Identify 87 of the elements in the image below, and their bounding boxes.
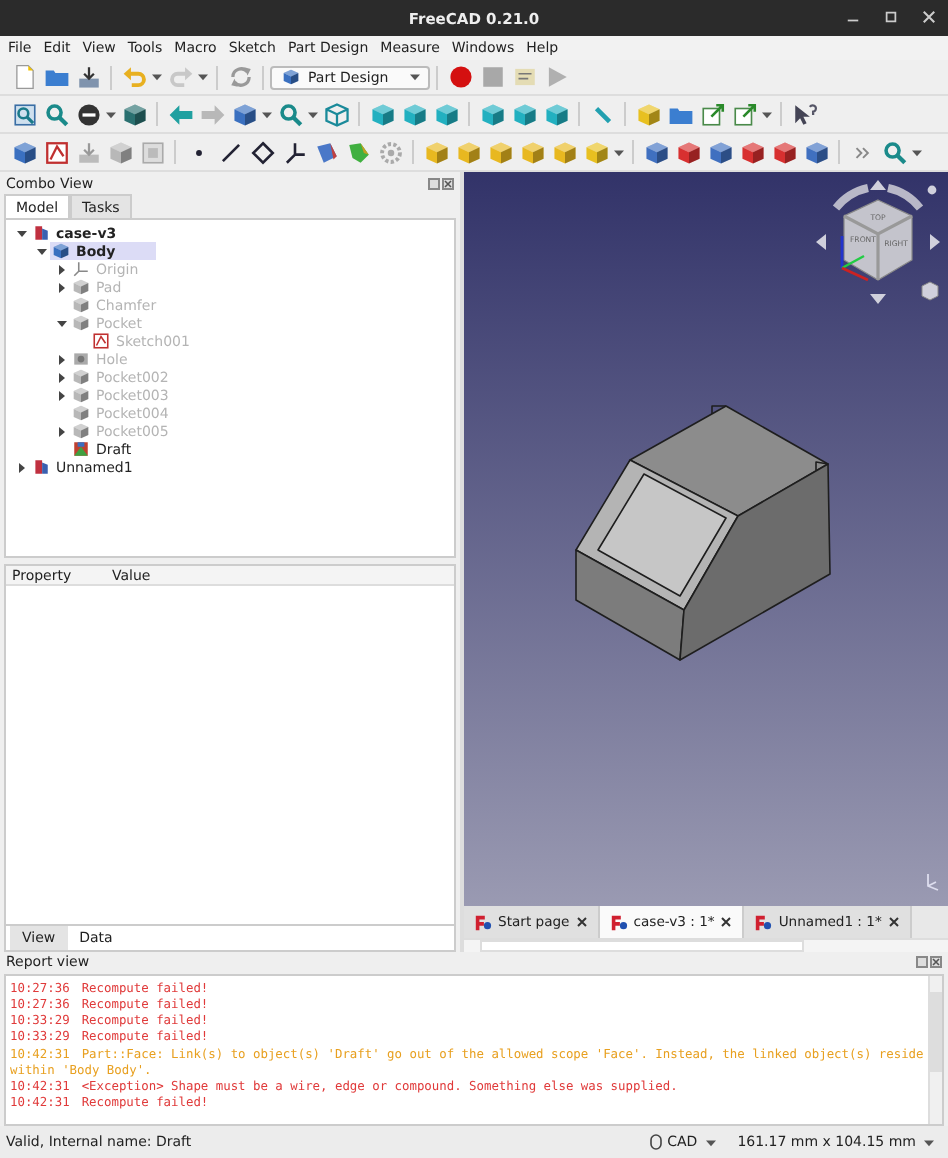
document-icon bbox=[32, 224, 50, 242]
cube-icon[interactable] bbox=[107, 139, 133, 165]
cube-icon bbox=[72, 404, 90, 422]
cube-icon[interactable] bbox=[707, 139, 733, 165]
axis-icon bbox=[922, 870, 942, 895]
cube-icon[interactable] bbox=[433, 101, 459, 127]
cube-icon bbox=[72, 368, 90, 386]
expand-arrow-icon[interactable] bbox=[54, 423, 70, 439]
dropdown-arrow-icon[interactable] bbox=[614, 147, 624, 157]
maximize-icon[interactable] bbox=[884, 10, 898, 24]
expand-arrow-icon[interactable] bbox=[54, 279, 70, 295]
axes-icon[interactable] bbox=[281, 139, 307, 165]
cube-icon bbox=[281, 68, 299, 86]
zoom-fit-icon[interactable] bbox=[11, 101, 37, 127]
vertical-scrollbar[interactable] bbox=[928, 975, 942, 1124]
new-document-icon[interactable] bbox=[11, 64, 37, 90]
cube-icon[interactable] bbox=[643, 139, 669, 165]
horizontal-scrollbar[interactable] bbox=[464, 938, 948, 952]
expand-arrow-icon[interactable] bbox=[14, 459, 30, 475]
sketch-icon bbox=[92, 332, 110, 350]
dropdown-arrow-icon[interactable] bbox=[106, 109, 116, 119]
cube-icon bbox=[72, 422, 90, 440]
export-icon[interactable] bbox=[699, 101, 725, 127]
download-tray-icon[interactable] bbox=[75, 64, 101, 90]
app-logo-icon bbox=[609, 913, 628, 932]
dropdown-arrow-icon[interactable] bbox=[152, 72, 162, 82]
cube-icon bbox=[52, 242, 70, 260]
dropdown-arrow-icon[interactable] bbox=[198, 72, 208, 82]
draft-icon bbox=[72, 440, 90, 458]
close-icon[interactable] bbox=[887, 916, 900, 929]
expand-arrow-icon[interactable] bbox=[54, 369, 70, 385]
dropdown-arrow-icon[interactable] bbox=[762, 109, 772, 119]
arrow-left-icon[interactable] bbox=[167, 101, 193, 127]
expand-arrow-icon[interactable] bbox=[54, 315, 70, 331]
expand-arrow-icon[interactable] bbox=[34, 243, 50, 259]
line-icon[interactable] bbox=[217, 139, 243, 165]
export-icon[interactable] bbox=[731, 101, 757, 127]
dropdown-arrow-icon[interactable] bbox=[308, 109, 318, 119]
dropdown-arrow-icon[interactable] bbox=[262, 109, 272, 119]
close-icon[interactable] bbox=[442, 177, 454, 189]
float-icon[interactable] bbox=[916, 956, 928, 969]
magnifier-icon[interactable] bbox=[881, 139, 907, 165]
dropdown-arrow-icon[interactable] bbox=[705, 1137, 716, 1147]
cube-icon[interactable] bbox=[543, 101, 569, 127]
axes-icon bbox=[72, 260, 90, 278]
close-icon[interactable] bbox=[575, 916, 588, 929]
mouse-icon bbox=[649, 1134, 662, 1150]
expand-arrow-icon[interactable] bbox=[54, 261, 70, 277]
circle-bar-icon[interactable] bbox=[75, 101, 101, 127]
document-icon bbox=[32, 458, 50, 476]
expand-arrow-icon[interactable] bbox=[54, 351, 70, 367]
cube-icon[interactable] bbox=[511, 101, 537, 127]
cube-icon[interactable] bbox=[231, 101, 257, 127]
shape-icon[interactable] bbox=[313, 139, 339, 165]
cube-icon[interactable] bbox=[121, 101, 147, 127]
dropdown-arrow-icon[interactable] bbox=[912, 147, 922, 157]
cube-icon bbox=[72, 296, 90, 314]
sketch-icon[interactable] bbox=[43, 139, 69, 165]
dropdown-arrow-icon[interactable] bbox=[410, 72, 420, 82]
float-icon[interactable] bbox=[428, 177, 440, 189]
cube-icon[interactable] bbox=[11, 139, 37, 165]
cube-icon[interactable] bbox=[739, 139, 765, 165]
help-cursor-icon[interactable] bbox=[791, 101, 817, 127]
close-icon[interactable] bbox=[720, 916, 733, 929]
diamond-icon[interactable] bbox=[249, 139, 275, 165]
cube-icon bbox=[72, 386, 90, 404]
cube-icon bbox=[72, 278, 90, 296]
cube-icon bbox=[72, 314, 90, 332]
cube-icon[interactable] bbox=[369, 101, 395, 127]
notepad-icon[interactable] bbox=[511, 64, 537, 90]
close-icon[interactable] bbox=[930, 956, 942, 969]
hole-icon bbox=[72, 350, 90, 368]
cube-icon[interactable] bbox=[803, 139, 829, 165]
cube-icon[interactable] bbox=[675, 139, 701, 165]
magnifier-icon[interactable] bbox=[43, 101, 69, 127]
app-logo-icon bbox=[754, 913, 773, 932]
ruler-icon[interactable] bbox=[589, 101, 615, 127]
wireframe-cube-icon[interactable] bbox=[323, 101, 349, 127]
expand-arrow-icon[interactable] bbox=[14, 225, 30, 241]
cube-icon[interactable] bbox=[479, 101, 505, 127]
record-icon[interactable] bbox=[447, 64, 473, 90]
app-logo-icon bbox=[474, 913, 492, 932]
cube-icon[interactable] bbox=[771, 139, 797, 165]
expand-arrow-icon[interactable] bbox=[54, 387, 70, 403]
magnifier-icon[interactable] bbox=[277, 101, 303, 127]
dropdown-arrow-icon[interactable] bbox=[924, 1137, 934, 1147]
cube-icon[interactable] bbox=[401, 101, 427, 127]
